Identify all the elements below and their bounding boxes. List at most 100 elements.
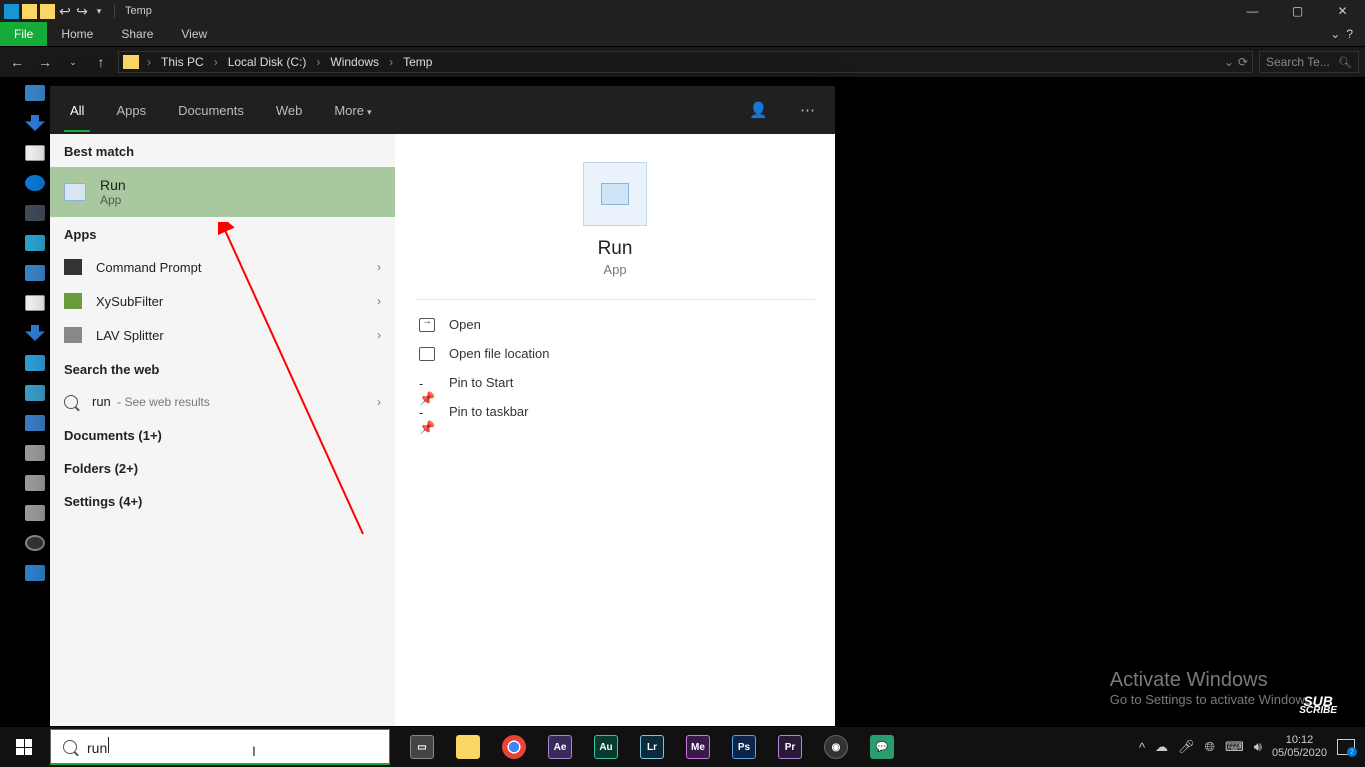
divider bbox=[415, 299, 815, 300]
action-label: Open file location bbox=[449, 346, 549, 361]
minimize-button[interactable]: — bbox=[1230, 0, 1275, 22]
action-pin-taskbar[interactable]: -📌 Pin to taskbar bbox=[415, 397, 815, 426]
cd-drive-icon[interactable] bbox=[25, 535, 45, 551]
recent-dropdown-icon[interactable]: ⌄ bbox=[62, 51, 84, 73]
network-icon[interactable]: 🌐︎ bbox=[1205, 739, 1215, 755]
tray-overflow-icon[interactable]: ^ bbox=[1139, 740, 1145, 755]
this-pc-icon[interactable] bbox=[25, 205, 45, 221]
search-icon bbox=[63, 740, 77, 754]
chevron-right-icon: › bbox=[377, 328, 381, 342]
3d-objects-icon[interactable] bbox=[25, 235, 45, 251]
file-tab[interactable]: File bbox=[0, 22, 47, 46]
undo-icon[interactable]: ↩ bbox=[58, 4, 72, 18]
close-button[interactable]: ✕ bbox=[1320, 0, 1365, 22]
desktop-nav-icon[interactable] bbox=[25, 265, 45, 281]
lightroom-button[interactable]: Lr bbox=[630, 727, 674, 767]
chat-button[interactable]: 💬 bbox=[860, 727, 904, 767]
clock[interactable]: 10:12 05/05/2020 bbox=[1272, 734, 1327, 760]
best-match-type: App bbox=[100, 193, 126, 207]
result-xysubfilter[interactable]: XySubFilter › bbox=[50, 284, 395, 318]
date: 05/05/2020 bbox=[1272, 747, 1327, 760]
best-match-run[interactable]: Run App bbox=[50, 167, 395, 217]
lavsplitter-icon bbox=[64, 327, 82, 343]
chevron-right-icon: › bbox=[377, 395, 381, 409]
chrome-button[interactable] bbox=[492, 727, 536, 767]
media-encoder-button[interactable]: Me bbox=[676, 727, 720, 767]
activate-windows-watermark: Activate Windows Go to Settings to activ… bbox=[1110, 669, 1315, 707]
volume-icon[interactable]: 🔊︎ bbox=[1254, 739, 1262, 755]
action-open[interactable]: Open bbox=[415, 310, 815, 339]
videos-icon[interactable] bbox=[25, 415, 45, 431]
back-button[interactable]: ← bbox=[6, 51, 28, 73]
more-options-icon[interactable]: ⋯ bbox=[794, 101, 821, 119]
documents-nav-icon[interactable] bbox=[25, 295, 45, 311]
microphone-icon[interactable]: 🎤︎ bbox=[1178, 739, 1195, 755]
downloads-nav-icon[interactable] bbox=[25, 325, 45, 341]
ribbon-collapse-icon[interactable]: ⌄ bbox=[1330, 27, 1340, 41]
help-icon[interactable]: ? bbox=[1346, 27, 1353, 41]
start-button[interactable] bbox=[0, 727, 48, 767]
breadcrumb-bar[interactable]: › This PC › Local Disk (C:) › Windows › … bbox=[118, 51, 1253, 73]
result-lavsplitter[interactable]: LAV Splitter › bbox=[50, 318, 395, 352]
obs-button[interactable]: ◉ bbox=[814, 727, 858, 767]
input-language-icon[interactable]: ⌨ bbox=[1225, 739, 1244, 755]
after-effects-button[interactable]: Ae bbox=[538, 727, 582, 767]
taskbar-search-box[interactable]: run bbox=[50, 729, 390, 765]
quick-access-toolbar: ↩ ↪ ▾ bbox=[0, 4, 110, 19]
feedback-icon[interactable]: 👤 bbox=[743, 101, 774, 119]
quick-access-icon[interactable] bbox=[25, 85, 45, 101]
tab-all[interactable]: All bbox=[64, 89, 90, 132]
crumb-temp[interactable]: Temp bbox=[401, 55, 434, 69]
explorer-search-box[interactable]: Search Te... 🔍︎ bbox=[1259, 51, 1359, 73]
ribbon: File Home Share View ⌄ ? bbox=[0, 22, 1365, 46]
qat-dropdown-icon[interactable]: ▾ bbox=[92, 4, 106, 18]
result-web-run[interactable]: run - See web results › bbox=[50, 385, 395, 418]
xysubfilter-icon bbox=[64, 293, 82, 309]
folder-icon[interactable] bbox=[40, 4, 55, 19]
action-center-icon[interactable]: 2 bbox=[1337, 739, 1355, 755]
share-tab[interactable]: Share bbox=[107, 23, 167, 45]
task-view-button[interactable]: ▭ bbox=[400, 727, 444, 767]
network-icon[interactable] bbox=[25, 565, 45, 581]
crumb-windows[interactable]: Windows bbox=[328, 55, 381, 69]
up-button[interactable]: ↑ bbox=[90, 51, 112, 73]
music-icon[interactable] bbox=[25, 355, 45, 371]
crumb-this-pc[interactable]: This PC bbox=[159, 55, 206, 69]
onedrive-icon[interactable] bbox=[25, 175, 45, 191]
documents-icon[interactable] bbox=[25, 145, 45, 161]
open-icon bbox=[419, 318, 435, 332]
audition-button[interactable]: Au bbox=[584, 727, 628, 767]
premiere-button[interactable]: Pr bbox=[768, 727, 812, 767]
result-command-prompt[interactable]: Command Prompt › bbox=[50, 250, 395, 284]
drive-d-icon[interactable] bbox=[25, 475, 45, 491]
tab-documents[interactable]: Documents bbox=[172, 89, 250, 132]
address-dropdown-icon[interactable]: ⌄ bbox=[1224, 55, 1234, 69]
action-pin-start[interactable]: -📌 Pin to Start bbox=[415, 368, 815, 397]
redo-icon[interactable]: ↪ bbox=[75, 4, 89, 18]
file-explorer-button[interactable] bbox=[446, 727, 490, 767]
action-open-file-location[interactable]: Open file location bbox=[415, 339, 815, 368]
documents-heading[interactable]: Documents (1+) bbox=[50, 418, 395, 451]
view-tab[interactable]: View bbox=[167, 23, 221, 45]
crumb-c[interactable]: Local Disk (C:) bbox=[226, 55, 309, 69]
settings-heading[interactable]: Settings (4+) bbox=[50, 484, 395, 517]
forward-button[interactable]: → bbox=[34, 51, 56, 73]
drive-e-icon[interactable] bbox=[25, 505, 45, 521]
windows-logo-icon bbox=[16, 739, 32, 755]
refresh-icon[interactable]: ⟳ bbox=[1238, 55, 1248, 69]
tab-apps[interactable]: Apps bbox=[110, 89, 152, 132]
result-label: LAV Splitter bbox=[96, 328, 164, 343]
tab-more[interactable]: More▾ bbox=[328, 89, 377, 132]
home-tab[interactable]: Home bbox=[47, 23, 107, 45]
maximize-button[interactable]: ▢ bbox=[1275, 0, 1320, 22]
downloads-icon[interactable] bbox=[25, 115, 45, 131]
new-folder-icon[interactable] bbox=[22, 4, 37, 19]
folders-heading[interactable]: Folders (2+) bbox=[50, 451, 395, 484]
properties-icon[interactable] bbox=[4, 4, 19, 19]
photoshop-button[interactable]: Ps bbox=[722, 727, 766, 767]
tab-web[interactable]: Web bbox=[270, 89, 309, 132]
pin-taskbar-icon: -📌 bbox=[419, 405, 435, 419]
local-disk-icon[interactable] bbox=[25, 445, 45, 461]
pictures-icon[interactable] bbox=[25, 385, 45, 401]
onedrive-tray-icon[interactable]: ☁ bbox=[1155, 739, 1168, 755]
